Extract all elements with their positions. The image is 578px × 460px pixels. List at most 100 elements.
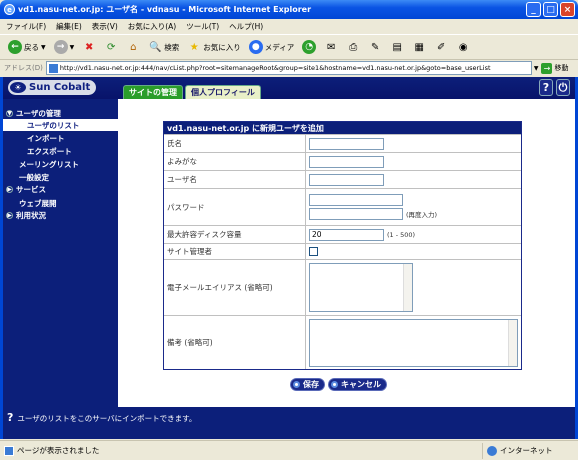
form-row-furigana: よみがな (164, 152, 521, 170)
home-icon: ⌂ (130, 41, 137, 53)
page-icon (48, 63, 58, 73)
refresh-button[interactable]: ⟳ (102, 37, 120, 57)
menu-view[interactable]: 表示(V) (92, 21, 118, 32)
search-button[interactable]: 🔍 検索 (146, 37, 181, 57)
form-title: vd1.nasu-net.or.jp に新規ユーザを追加 (164, 122, 521, 134)
edit-button[interactable]: ✎ (366, 37, 384, 57)
close-button[interactable]: × (560, 2, 575, 17)
edit-icon: ✎ (371, 41, 380, 53)
menu-favorites[interactable]: お気に入り(A) (128, 21, 176, 32)
address-input[interactable]: http://vd1.nasu-net.or.jp:444/nav/cList.… (45, 61, 532, 75)
sidebar-item-usage[interactable]: ▶ 利用状況 (3, 209, 118, 221)
alias-scrollbar[interactable] (403, 264, 412, 311)
messenger-icon: ◉ (458, 41, 468, 53)
password-confirm-input[interactable] (309, 208, 403, 220)
address-url: http://vd1.nasu-net.or.jp:444/nav/cList.… (59, 64, 491, 72)
tab-personal-profile[interactable]: 個人プロフィール (185, 85, 261, 99)
add-user-form: vd1.nasu-net.or.jp に新規ユーザを追加 氏名 よみがな ユーザ… (163, 121, 522, 370)
sidebar-item-general-settings[interactable]: 一般設定 (3, 171, 118, 183)
go-arrow-icon: → (541, 62, 553, 74)
logout-icon[interactable]: ⏻ (556, 79, 570, 96)
home-button[interactable]: ⌂ (124, 37, 142, 57)
search-icon: 🔍 (149, 41, 162, 53)
menu-edit[interactable]: 編集(E) (56, 21, 82, 32)
form-row-siteadmin: サイト管理者 (164, 243, 521, 259)
browser-toolbar: ← 戻る ▼ → ▼ ✖ ⟳ ⌂ 🔍 検索 ★ お気に入り ● メディア ◔ ✉… (0, 34, 578, 60)
sidebar-item-export[interactable]: エクスポート (3, 145, 118, 157)
save-button[interactable]: 保存 (290, 378, 325, 391)
form-row-alias: 電子メールエイリアス (省略可) (164, 259, 521, 315)
sidebar-item-label: サービス (16, 184, 46, 194)
quota-label: 最大許容ディスク容量 (167, 230, 242, 239)
address-dropdown-icon[interactable]: ▼ (534, 65, 539, 72)
fullname-input[interactable] (309, 137, 384, 150)
status-text: ページが表示されました (17, 446, 100, 455)
siteadmin-checkbox[interactable] (309, 247, 318, 256)
minimize-button[interactable]: _ (526, 2, 541, 17)
cancel-button-icon (331, 381, 338, 388)
app-header: ☀ Sun Cobalt サイトの管理 個人プロフィール ? ⏻ (3, 77, 575, 99)
back-button[interactable]: ← 戻る ▼ (6, 37, 48, 57)
sidebar-item-mailing-list[interactable]: メーリングリスト (3, 158, 118, 170)
window-titlebar: e vd1.nasu-net.or.jp: ユーザ名 - vdnasu - Mi… (0, 0, 578, 19)
pen-button[interactable]: ✐ (432, 37, 450, 57)
media-label: メディア (264, 42, 295, 52)
password-confirm-note: (再度入力) (406, 211, 438, 219)
save-button-label: 保存 (303, 380, 319, 389)
maximize-button[interactable]: □ (543, 2, 558, 17)
history-button[interactable]: ◔ (300, 37, 318, 57)
sidebar-item-user-management[interactable]: ▼ ユーザの管理 (3, 107, 118, 119)
password-input[interactable] (309, 194, 403, 206)
form-row-notes: 備考 (省略可) (164, 315, 521, 369)
history-icon: ◔ (302, 40, 317, 54)
cancel-button[interactable]: キャンセル (328, 378, 387, 391)
internet-zone-icon (487, 445, 497, 456)
research-icon: ▦ (414, 41, 424, 53)
discuss-button[interactable]: ▤ (388, 37, 406, 57)
notes-label: 備考 (省略可) (167, 338, 213, 347)
siteadmin-label: サイト管理者 (167, 247, 212, 256)
sidebar-item-label: 利用状況 (16, 210, 46, 220)
alias-textarea[interactable] (309, 263, 413, 312)
sidebar-item-services[interactable]: ▶ サービス (3, 183, 118, 195)
stop-button[interactable]: ✖ (80, 37, 98, 57)
forward-button[interactable]: → ▼ (52, 37, 77, 57)
password-label: パスワード (167, 202, 205, 212)
quota-input[interactable]: 20 (309, 228, 384, 241)
help-text: ユーザのリストをこのサーバにインポートできます。 (17, 414, 197, 423)
notes-scrollbar[interactable] (508, 319, 517, 366)
tab-site-management[interactable]: サイトの管理 (123, 85, 183, 99)
research-button[interactable]: ▦ (410, 37, 428, 57)
page-done-icon (4, 445, 14, 456)
media-button[interactable]: ● メディア (247, 37, 296, 57)
sidebar-item-user-list[interactable]: ユーザのリスト (3, 119, 118, 131)
sidebar-item-web-deploy[interactable]: ウェブ展開 (3, 197, 118, 209)
search-label: 検索 (164, 42, 180, 52)
username-label: ユーザ名 (167, 175, 197, 184)
form-buttons: 保存 キャンセル (290, 378, 387, 391)
ie-logo-icon: e (4, 4, 15, 15)
menu-tools[interactable]: ツール(T) (186, 21, 219, 32)
cancel-button-label: キャンセル (341, 380, 381, 389)
menu-bar: ファイル(F) 編集(E) 表示(V) お気に入り(A) ツール(T) ヘルプ(… (0, 19, 578, 34)
furigana-input[interactable] (309, 155, 384, 168)
mail-icon: ✉ (327, 41, 336, 53)
notes-textarea[interactable] (309, 318, 518, 367)
menu-help[interactable]: ヘルプ(H) (229, 21, 263, 32)
go-button[interactable]: → 移動 (541, 62, 568, 74)
favorites-button[interactable]: ★ お気に入り (185, 37, 243, 57)
expand-down-icon: ▼ (6, 109, 13, 117)
help-icon[interactable]: ? (539, 79, 553, 96)
sidebar-item-import[interactable]: インポート (3, 132, 118, 144)
star-icon: ★ (189, 41, 199, 53)
print-button[interactable]: ⎙ (344, 37, 362, 57)
form-row-password: パスワード (再度入力) (164, 188, 521, 225)
messenger-button[interactable]: ◉ (454, 37, 472, 57)
back-arrow-icon: ← (8, 40, 22, 54)
menu-file[interactable]: ファイル(F) (6, 21, 46, 32)
username-input[interactable] (309, 173, 384, 186)
mail-button[interactable]: ✉ (322, 37, 340, 57)
form-row-fullname: 氏名 (164, 134, 521, 152)
forward-arrow-icon: → (53, 40, 68, 54)
quota-range: (1 - 500) (387, 230, 416, 239)
